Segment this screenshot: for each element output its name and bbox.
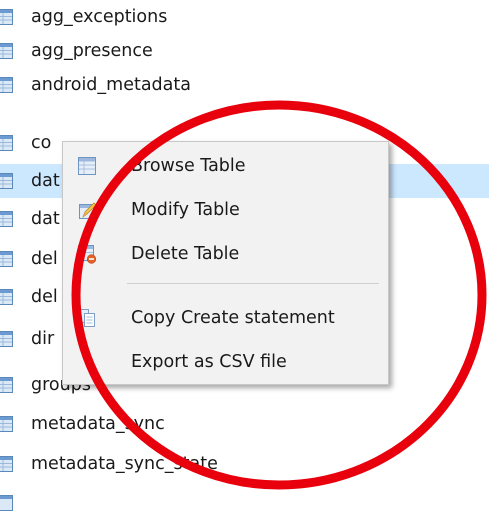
table-name: del [31, 287, 58, 307]
table-row-metadata-sync[interactable]: metadata_sync [0, 407, 489, 441]
table-row-agg-presence[interactable]: agg_presence [0, 34, 489, 68]
table-icon [0, 135, 13, 151]
table-name: co [31, 133, 52, 153]
table-row-partial[interactable] [0, 486, 489, 520]
table-row-agg-exceptions[interactable]: agg_exceptions [0, 0, 489, 34]
browse-table-menu-item[interactable]: Browse Table [63, 146, 388, 186]
menu-item-label: Browse Table [131, 156, 246, 176]
copy-icon [78, 309, 95, 327]
menu-item-label: Export as CSV file [131, 352, 287, 372]
table-name: dir [31, 329, 55, 349]
table-name: del [31, 249, 58, 269]
table-row-metadata-sync-state[interactable]: metadata_sync_state [0, 447, 489, 481]
table-icon [0, 495, 13, 511]
table-icon [0, 77, 13, 93]
table-name: dat [31, 209, 60, 229]
delete-table-menu-item[interactable]: Delete Table [63, 234, 388, 274]
menu-item-label: Modify Table [131, 200, 240, 220]
table-name: agg_exceptions [31, 7, 168, 27]
table-name: metadata_sync [31, 414, 165, 434]
table-icon [0, 173, 13, 189]
export-csv-menu-item[interactable]: Export as CSV file [63, 342, 388, 382]
table-icon [0, 251, 13, 267]
table-icon [0, 289, 13, 305]
context-menu: Browse Table Modify Table Delete Table C… [62, 141, 389, 385]
table-name: dat [31, 171, 60, 191]
table-icon [0, 331, 13, 347]
table-name: metadata_sync_state [31, 454, 218, 474]
menu-separator [127, 283, 379, 284]
table-name: android_metadata [31, 75, 191, 95]
delete-table-icon [78, 245, 97, 264]
table-row-android-metadata[interactable]: android_metadata [0, 68, 489, 102]
table-icon [0, 9, 13, 25]
table-icon [0, 456, 13, 472]
table-name: agg_presence [31, 41, 153, 61]
table-icon [0, 377, 13, 393]
browse-table-icon [78, 157, 96, 175]
menu-item-label: Copy Create statement [131, 308, 335, 328]
modify-table-menu-item[interactable]: Modify Table [63, 190, 388, 230]
modify-table-icon [79, 202, 97, 219]
table-icon [0, 416, 13, 432]
copy-create-statement-menu-item[interactable]: Copy Create statement [63, 298, 388, 338]
menu-item-label: Delete Table [131, 244, 240, 264]
table-icon [0, 211, 13, 227]
table-icon [0, 43, 13, 59]
